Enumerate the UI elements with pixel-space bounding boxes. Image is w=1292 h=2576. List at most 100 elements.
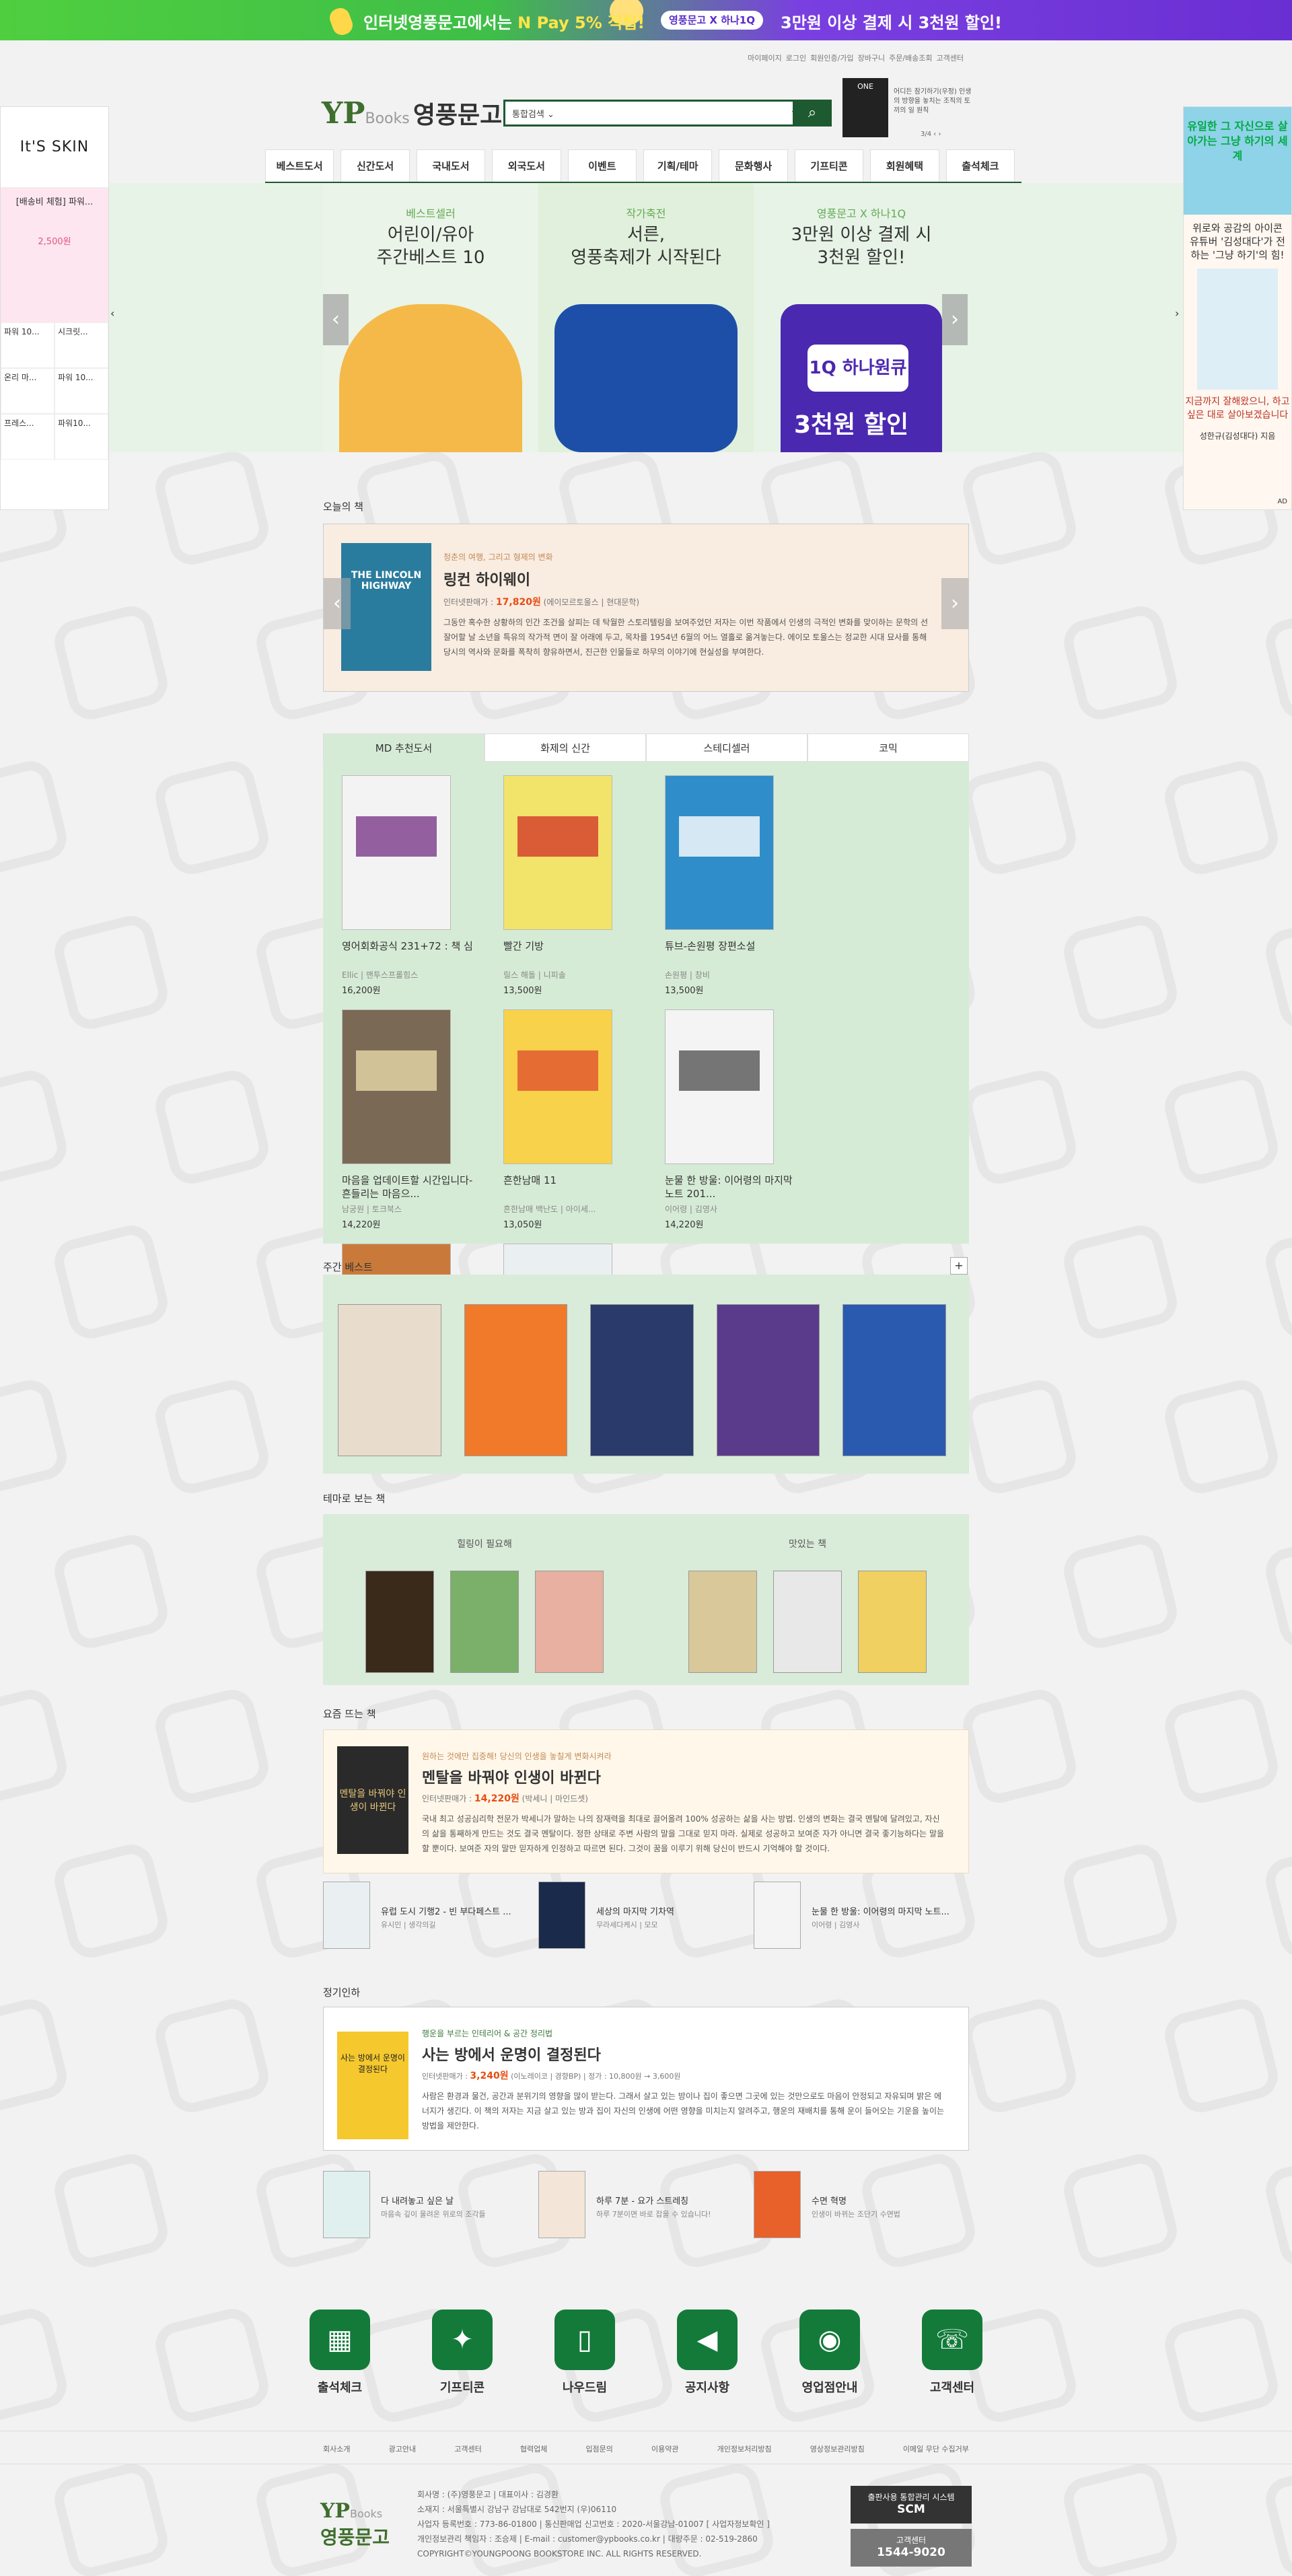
nav-item[interactable]: 베스트도서 [264, 149, 334, 182]
footer-link[interactable]: 개인정보처리방침 [717, 2443, 772, 2454]
book-title[interactable]: 눈물 한 방울: 이어령의 마지막 노트 201... [665, 1174, 799, 1201]
book-cover[interactable] [503, 775, 612, 930]
search-scope-select[interactable]: 통합검색 ⌄ [512, 107, 554, 120]
book-cover[interactable] [450, 1571, 519, 1673]
ad-product[interactable]: [배송비 체험] 파워... 2,500원 [1, 188, 108, 322]
book-title[interactable]: 흔한남매 11 [503, 1174, 638, 1201]
book-cover[interactable] [665, 775, 774, 930]
hero-panel-best-kids[interactable]: 베스트셀러 어린이/유아 주간베스트 10 [323, 183, 538, 452]
nav-item[interactable]: 기획/테마 [643, 149, 713, 182]
util-link[interactable]: 주문/배송조회 [889, 54, 932, 63]
ad-grid-item[interactable]: 파워 10... [55, 368, 108, 414]
quick-phone[interactable]: ▯ 나우드림 [541, 2310, 629, 2404]
quick-headset[interactable]: ☏ 고객센터 [908, 2310, 996, 2404]
customer-center-box[interactable]: 고객센터 1544-9020 [851, 2529, 972, 2567]
footer-logo[interactable]: YPBooks 영풍문고 [320, 2499, 390, 2550]
hero-prev-button[interactable]: ‹ [323, 294, 349, 345]
mini-book-title[interactable]: 수면 혁명 [812, 2194, 960, 2207]
book-card[interactable]: 눈물 한 방울: 이어령의 마지막 노트 201... 이어령 | 김영사 14,2… [665, 1009, 826, 1244]
book-card[interactable]: 흔한남매 11 흔한남매 백난도 | 아이세... 13,050원 [503, 1009, 665, 1244]
footer-link[interactable]: 이메일 무단 수집거부 [903, 2443, 969, 2454]
footer-link[interactable]: 회사소개 [323, 2443, 350, 2454]
right-ad-arrow-icon[interactable]: › [1175, 307, 1179, 320]
mini-book-title[interactable]: 세상의 마지막 기차역 [596, 1904, 744, 1917]
book-cover[interactable] [535, 1571, 604, 1673]
weekly-more-button[interactable]: + [950, 1257, 968, 1275]
util-link[interactable]: 장바구니 [858, 54, 885, 63]
nav-item[interactable]: 외국도서 [492, 149, 561, 182]
book-cover[interactable] [842, 1304, 946, 1456]
book-cover[interactable] [538, 1882, 585, 1949]
footer-link[interactable]: 이용약관 [651, 2443, 678, 2454]
book-cover[interactable] [342, 775, 451, 930]
footer-link[interactable]: 입점문의 [585, 2443, 612, 2454]
book-cover[interactable] [754, 1882, 801, 1949]
sub-title[interactable]: 사는 방에서 운명이 결정된다 [422, 2043, 947, 2065]
book-cover[interactable] [503, 1009, 612, 1164]
mini-book-title[interactable]: 다 내려놓고 싶은 날 [381, 2194, 529, 2207]
nav-item[interactable]: 국내도서 [416, 149, 486, 182]
sub-book-card[interactable]: 사는 방에서 운명이 결정된다 행운을 부르는 인테리어 & 공간 정리법 사는… [323, 2007, 969, 2151]
right-side-ad[interactable]: 유일한 그 자신으로 살아가는 그냥 하기의 세계 위로와 공감의 아이콘 유튜… [1183, 106, 1292, 510]
scm-button[interactable]: 출판사용 통합관리 시스템 SCM [851, 2486, 972, 2524]
hero-panel-festival[interactable]: 작가축전 서른, 영풍축제가 시작된다 [538, 183, 754, 452]
site-logo[interactable]: YPBooks 영풍문고 [322, 96, 502, 131]
left-side-ad[interactable]: It'S SKIN [배송비 체험] 파워... 2,500원 파워 10...… [0, 106, 109, 510]
util-link[interactable]: 마이페이지 [748, 54, 782, 63]
book-title[interactable]: 마음을 업데이트할 시간입니다-흔들리는 마음으... [342, 1174, 476, 1201]
ad-grid-item[interactable]: 파워 10... [1, 322, 55, 368]
book-cover[interactable] [538, 2171, 585, 2238]
today-prev-button[interactable]: ‹ [324, 578, 351, 629]
mini-book[interactable]: 하루 7분 - 요가 스트레칭 하루 7분이면 바로 잡을 수 있습니다! [538, 2171, 754, 2242]
book-title[interactable]: 튜브-손원평 장편소설 [665, 939, 799, 966]
mini-book[interactable]: 유럽 도시 기행2 - 빈 부다페스트 ... 유시민 | 생각의길 [323, 1882, 538, 1953]
book-title[interactable]: 영어회화공식 231+72 : 책 심 [342, 939, 476, 966]
book-cover[interactable] [688, 1571, 757, 1673]
book-cover[interactable]: 멘탈을 바꿔야 인생이 바뀐다 [337, 1746, 408, 1854]
util-link[interactable]: 회원인증/가입 [810, 54, 853, 63]
util-link[interactable]: 고객센터 [937, 54, 964, 63]
md-tab[interactable]: 스테디셀러 [646, 734, 808, 762]
today-book-card[interactable]: THE LINCOLN HIGHWAY 청춘의 여행, 그리고 형제의 변화 링… [323, 524, 969, 692]
mini-book-title[interactable]: 유럽 도시 기행2 - 빈 부다페스트 ... [381, 1904, 529, 1917]
mini-book-title[interactable]: 눈물 한 방울: 이어령의 마지막 노트... [812, 1904, 960, 1917]
nav-item[interactable]: 기프티콘 [794, 149, 864, 182]
mini-book[interactable]: 다 내려놓고 싶은 날 마음속 깊이 울려온 위로의 조각들 [323, 2171, 538, 2242]
nav-item[interactable]: 신간도서 [340, 149, 410, 182]
ad-grid-item[interactable]: 프레스... [1, 414, 55, 460]
nav-item[interactable]: 이벤트 [567, 149, 637, 182]
book-cover[interactable] [323, 2171, 370, 2238]
book-title[interactable]: 빨간 기방 [503, 939, 638, 966]
promo-top-banner[interactable]: 인터넷영풍문고에서는 N Pay 5% 적립! 영풍문고 X 하나1Q 3만원 … [0, 0, 1292, 40]
book-card[interactable]: 마음을 업데이트할 시간입니다-흔들리는 마음으... 남궁원 | 토크북스 14,… [342, 1009, 503, 1244]
footer-link[interactable]: 협력업체 [520, 2443, 547, 2454]
book-cover[interactable] [590, 1304, 694, 1456]
book-cover[interactable] [773, 1571, 842, 1673]
quick-gift[interactable]: ✦ 기프티콘 [419, 2310, 506, 2404]
search-input[interactable] [589, 104, 757, 122]
ad-grid-item[interactable]: 파워10... [55, 414, 108, 460]
mini-book[interactable]: 눈물 한 방울: 이어령의 마지막 노트... 이어령 | 김영사 [754, 1882, 969, 1953]
md-tab[interactable]: 코믹 [808, 734, 969, 762]
util-link[interactable]: 로그인 [786, 54, 806, 63]
book-cover[interactable]: 사는 방에서 운명이 결정된다 [337, 2032, 408, 2139]
search-button[interactable]: ⌕ [793, 100, 832, 127]
md-tab[interactable]: 화제의 신간 [485, 734, 646, 762]
book-cover[interactable] [342, 1009, 451, 1164]
header-ad[interactable]: ONE 어디든 참기하기(우정) 인생의 방향을 놓치는 조직의 토끼의 일 원… [842, 78, 974, 140]
hero-next-button[interactable]: › [942, 294, 968, 345]
book-cover[interactable] [365, 1571, 434, 1673]
nav-item[interactable]: 회원혜택 [870, 149, 939, 182]
mini-book[interactable]: 수면 혁명 인생이 바뀌는 조단기 수면법 [754, 2171, 969, 2242]
header-ad-pager[interactable]: 3/4 ‹ › [921, 131, 941, 138]
book-cover[interactable] [323, 1882, 370, 1949]
today-title[interactable]: 링컨 하이웨이 [443, 568, 935, 589]
footer-link[interactable]: 고객센터 [454, 2443, 481, 2454]
quick-calendar[interactable]: ▦ 출석체크 [296, 2310, 384, 2404]
hero-panel-hana-discount[interactable]: 영풍문고 X 하나1Q 3만원 이상 결제 시 3천원 할인! 1Q 하나원큐 3… [754, 183, 969, 452]
hot-title[interactable]: 멘탈을 바꿔야 인생이 바뀐다 [422, 1766, 947, 1787]
book-card[interactable]: 빨간 기방 릴스 해돌 | 니피솔 13,500원 [503, 775, 665, 1009]
nav-item[interactable]: 출석체크 [945, 149, 1015, 182]
book-cover[interactable]: THE LINCOLN HIGHWAY [341, 543, 431, 671]
footer-link[interactable]: 광고안내 [389, 2443, 416, 2454]
